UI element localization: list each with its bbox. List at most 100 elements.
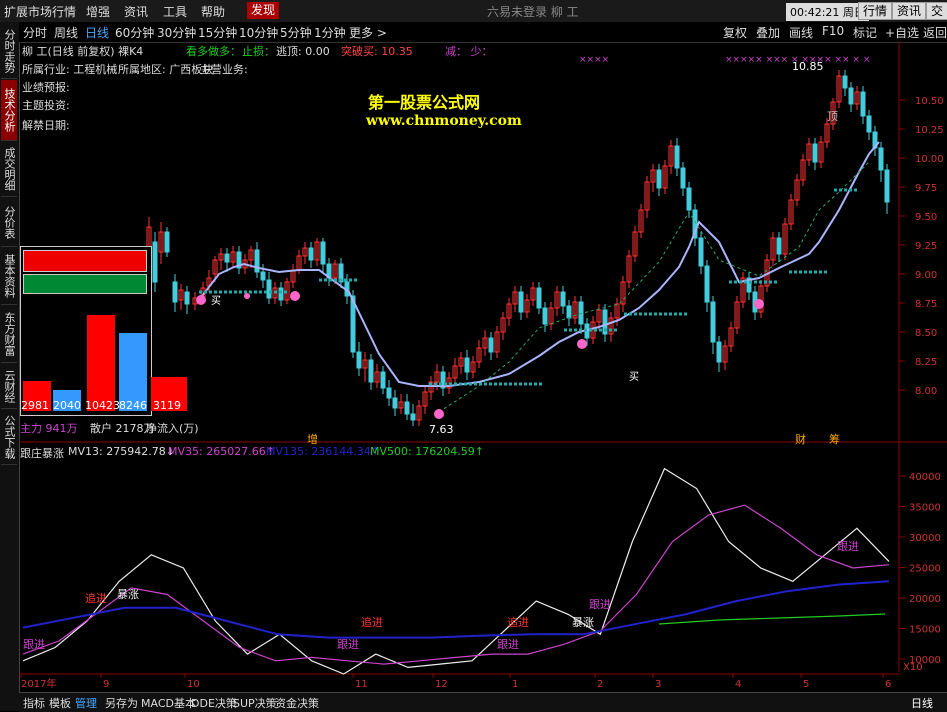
candle-body bbox=[848, 87, 854, 105]
candle-body bbox=[776, 237, 782, 255]
month-axis: 2017年 9 10 11 12 1 2 3 4 5 6 bbox=[20, 674, 891, 690]
tab-deals[interactable]: 成交明细 bbox=[1, 142, 17, 197]
tab-eastmoney[interactable]: 东方财富 bbox=[1, 306, 17, 363]
vol-tick-label: 40000 bbox=[909, 472, 941, 483]
period-10min[interactable]: 10分钟 bbox=[239, 24, 278, 41]
chart-area[interactable]: 10.50 10.25 10.00 9.75 9.50 9.25 9.00 8.75 8.50 8… bbox=[19, 42, 947, 692]
candle-body bbox=[698, 237, 704, 267]
menu-extended-market[interactable]: 扩展市场行情 bbox=[4, 3, 76, 20]
candle-body bbox=[710, 301, 716, 343]
button-restore-rights[interactable]: 复权 bbox=[723, 24, 747, 41]
flow-value-2: 2040 bbox=[53, 399, 81, 412]
price-tick-label: 9.50 bbox=[915, 212, 937, 223]
button-add-favorite[interactable]: +自选 bbox=[885, 24, 919, 41]
button-trade[interactable]: 交易 bbox=[926, 2, 947, 20]
button-quotes[interactable]: 行情 bbox=[858, 2, 893, 20]
button-mark[interactable]: 标记 bbox=[853, 24, 877, 41]
candle-body bbox=[164, 231, 170, 253]
menu-help[interactable]: 帮助 bbox=[201, 3, 225, 20]
period-week[interactable]: 周线 bbox=[54, 24, 78, 41]
outflow-bar bbox=[23, 274, 147, 294]
series-MV13 bbox=[22, 467, 890, 675]
flow-value-5: 3119 bbox=[153, 399, 181, 412]
series-MV135 bbox=[22, 580, 890, 639]
month-label: 3 bbox=[655, 679, 661, 690]
price-tick-label: 10.25 bbox=[915, 125, 944, 136]
candle-body bbox=[716, 341, 722, 363]
button-back[interactable]: 返回 bbox=[923, 24, 947, 41]
gem-marker bbox=[754, 299, 764, 309]
period-60min[interactable]: 60分钟 bbox=[115, 24, 154, 41]
menu-news[interactable]: 资讯 bbox=[124, 3, 148, 20]
tab-basic-info[interactable]: 基本资料 bbox=[1, 248, 17, 305]
candle-body bbox=[380, 371, 386, 389]
candle-body bbox=[404, 401, 410, 415]
tab-intraday[interactable]: 分时走势 bbox=[1, 24, 17, 79]
tab-sup[interactable]: SUP决策 bbox=[233, 695, 277, 711]
indicator-label: 暴涨 bbox=[572, 616, 594, 629]
period-30min[interactable]: 30分钟 bbox=[157, 24, 196, 41]
period-5min[interactable]: 5分钟 bbox=[280, 24, 312, 41]
tab-price-table[interactable]: 分价表 bbox=[1, 198, 17, 247]
menu-tools[interactable]: 工具 bbox=[163, 3, 187, 20]
tab-formula-download[interactable]: 公式下载 bbox=[1, 410, 17, 465]
tab-dde[interactable]: DDE决策 bbox=[191, 695, 237, 711]
button-f10[interactable]: F10 bbox=[822, 24, 844, 38]
tab-save-as[interactable]: 另存为 bbox=[105, 695, 138, 711]
indicator-label: 暴涨 bbox=[117, 588, 139, 601]
indicator-name[interactable]: 跟庄暴涨 bbox=[20, 445, 64, 461]
month-label: 2 bbox=[597, 679, 603, 690]
period-intraday[interactable]: 分时 bbox=[23, 24, 47, 41]
indicator-mv13: MV13: 275942.78↓ bbox=[68, 445, 175, 458]
tab-template[interactable]: 模板 bbox=[49, 695, 71, 711]
price-tick-label: 9.25 bbox=[915, 241, 937, 252]
label-chou: 筹 bbox=[829, 432, 840, 446]
gem-marker bbox=[244, 293, 250, 299]
inflow-bar bbox=[23, 250, 147, 272]
candle-body bbox=[674, 145, 680, 169]
indicator-label: 跟进 bbox=[837, 540, 859, 553]
month-label: 2017年 bbox=[21, 677, 56, 690]
period-15min[interactable]: 15分钟 bbox=[198, 24, 237, 41]
label-buy-2: 买 bbox=[629, 371, 639, 383]
gem-marker bbox=[577, 339, 587, 349]
tab-indicator[interactable]: 指标 bbox=[23, 695, 45, 711]
period-more[interactable]: 更多 > bbox=[349, 24, 387, 41]
fund-flow-panel: 2981 2040 10423 8246 3119 bbox=[20, 246, 187, 416]
period-day[interactable]: 日线 bbox=[85, 24, 109, 41]
period-bar: 分时 周线 日线 60分钟 30分钟 15分钟 10分钟 5分钟 1分钟 更多 … bbox=[19, 22, 947, 43]
main-force-flow: 主力 941万 bbox=[20, 422, 78, 435]
net-inflow-label: 净流入(万) bbox=[146, 422, 199, 435]
menu-discover[interactable]: 发现 bbox=[247, 2, 280, 19]
vol-tick-label: 30000 bbox=[909, 533, 941, 544]
month-label: 11 bbox=[355, 679, 368, 690]
gem-marker bbox=[196, 295, 206, 305]
label-buy-1: 买 bbox=[211, 295, 221, 307]
month-label: 1 bbox=[512, 679, 518, 690]
price-tick-label: 8.75 bbox=[915, 299, 937, 310]
candle-body bbox=[184, 291, 190, 305]
button-news[interactable]: 资讯 bbox=[892, 2, 927, 20]
button-overlay[interactable]: 叠加 bbox=[756, 24, 780, 41]
period-1min[interactable]: 1分钟 bbox=[314, 24, 346, 41]
top-menu-bar: 扩展市场行情 增强 资讯 工具 帮助 发现 六易未登录 柳 工 00:42:21… bbox=[0, 0, 947, 23]
signal-reduce: 减： 少： bbox=[445, 45, 493, 58]
menu-enhance[interactable]: 增强 bbox=[86, 3, 110, 20]
candle-body bbox=[308, 247, 314, 261]
tab-manage[interactable]: 管理 bbox=[75, 695, 97, 711]
tab-cloud-finance[interactable]: 云财经 bbox=[1, 364, 17, 409]
candle-body bbox=[152, 241, 158, 283]
signal-escape-top: 逃顶: 0.00 bbox=[276, 45, 330, 58]
candle-body bbox=[812, 143, 818, 163]
indicator-mv35: MV35: 265027.66↑ bbox=[168, 445, 275, 458]
tab-fund-decision[interactable]: 资金决策 bbox=[275, 695, 319, 711]
signal-breakout: 突破买: 10.35 bbox=[341, 45, 413, 58]
tab-macd[interactable]: MACD基本 bbox=[141, 695, 196, 711]
month-label: 10 bbox=[187, 679, 200, 690]
tab-technical[interactable]: 技术分析 bbox=[1, 80, 17, 141]
series-mv500 bbox=[658, 613, 886, 625]
label-zeng: 增 bbox=[307, 432, 318, 446]
button-draw-line[interactable]: 画线 bbox=[789, 24, 813, 41]
month-label: 6 bbox=[885, 679, 891, 690]
info-earnings: 业绩预报: bbox=[22, 81, 70, 94]
